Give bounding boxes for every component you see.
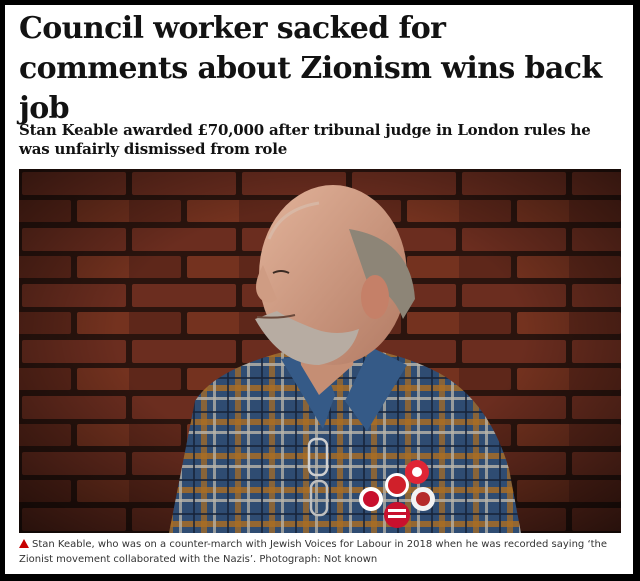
standfirst: Stan Keable awarded £70,000 after tribun… — [19, 121, 591, 158]
caption-triangle-icon — [19, 539, 29, 548]
photo-caption: Stan Keable, who was on a counter-march … — [19, 537, 619, 567]
headline: Council worker sacked for comments about… — [19, 11, 602, 126]
article-photo — [19, 169, 621, 533]
article-screenshot: Council worker sacked for comments about… — [3, 3, 635, 576]
caption-text: Stan Keable, who was on a counter-march … — [19, 539, 608, 565]
